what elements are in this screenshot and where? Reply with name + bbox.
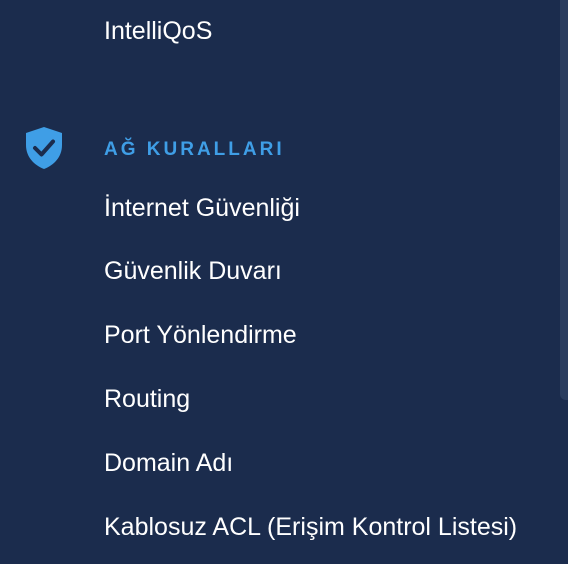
menu-item-wireless-acl[interactable]: Kablosuz ACL (Erişim Kontrol Listesi) (104, 511, 517, 543)
menu-item-routing[interactable]: Routing (104, 383, 190, 415)
menu-item-internet-security[interactable]: İnternet Güvenliği (104, 192, 300, 224)
scrollbar[interactable] (560, 0, 568, 400)
menu-item-intelliqos[interactable]: IntelliQoS (104, 15, 212, 47)
menu-item-domain-name[interactable]: Domain Adı (104, 447, 233, 479)
section-header-network-rules: AĞ KURALLARI (104, 139, 285, 160)
menu-item-port-forwarding[interactable]: Port Yönlendirme (104, 319, 297, 351)
shield-check-icon (26, 127, 62, 169)
menu-item-firewall[interactable]: Güvenlik Duvarı (104, 255, 282, 287)
